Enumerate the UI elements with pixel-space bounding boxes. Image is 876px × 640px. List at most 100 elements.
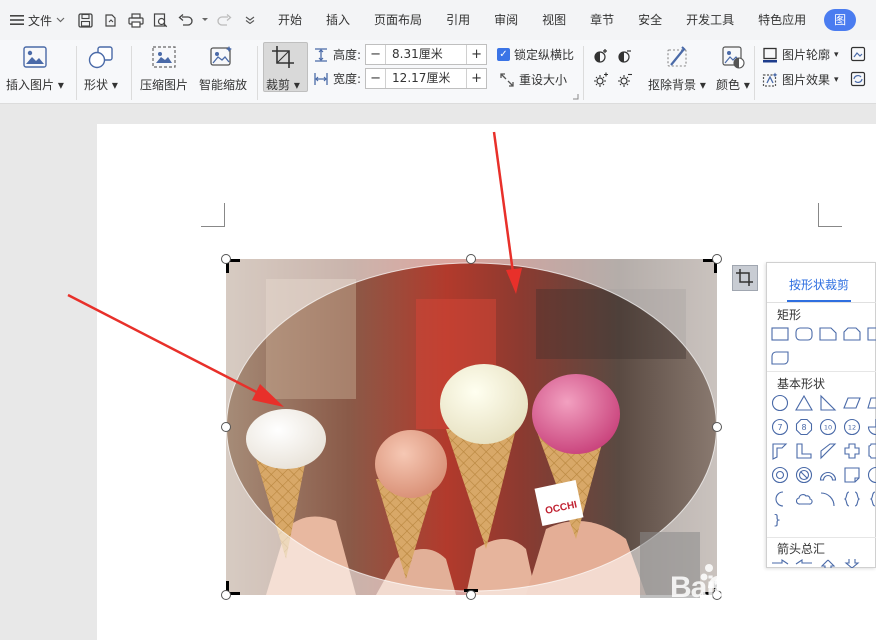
shape-folded-corner[interactable]	[843, 466, 861, 484]
resize-handle-top-right[interactable]	[712, 254, 722, 264]
undo-icon[interactable]	[177, 12, 194, 29]
picture-outline-button[interactable]: 图片轮廓 ▾	[762, 46, 839, 63]
shape-button[interactable]: 形状 ▾	[84, 44, 118, 93]
shape-plaque[interactable]	[867, 442, 876, 460]
tab-insert[interactable]: 插入	[314, 0, 362, 40]
reset-size-button[interactable]: 重设大小	[499, 71, 567, 88]
crop-shape-toggle-button[interactable]	[732, 265, 758, 291]
tab-security[interactable]: 安全	[626, 0, 674, 40]
increase-contrast-icon[interactable]	[593, 48, 609, 64]
shape-left-bracket[interactable]	[867, 490, 876, 508]
change-picture-icon[interactable]	[850, 71, 866, 87]
tab-picture-tools[interactable]: 图	[824, 9, 857, 31]
tab-special-apps[interactable]: 特色应用	[746, 0, 818, 40]
tab-developer[interactable]: 开发工具	[674, 0, 746, 40]
tab-page-layout[interactable]: 页面布局	[362, 0, 434, 40]
tab-view[interactable]: 视图	[530, 0, 578, 40]
color-button[interactable]: 颜色 ▾	[716, 44, 750, 93]
height-increase-button[interactable]: +	[466, 45, 486, 64]
shape-smiley[interactable]	[867, 466, 876, 484]
insert-picture-button[interactable]: 插入图片 ▾	[6, 44, 64, 93]
chevron-down-icon	[56, 17, 65, 23]
height-value[interactable]: 8.31厘米	[386, 45, 466, 64]
resize-handle-right[interactable]	[712, 422, 722, 432]
compress-picture-button[interactable]: 压缩图片	[140, 44, 188, 93]
lock-aspect-ratio-checkbox[interactable]: ✓ 锁定纵横比	[497, 46, 574, 63]
smart-zoom-button[interactable]: 智能缩放	[199, 44, 247, 93]
shape-dodecagon[interactable]: 12	[843, 418, 861, 436]
decrease-contrast-icon[interactable]	[617, 48, 633, 64]
tab-home[interactable]: 开始	[266, 0, 314, 40]
menu-bar: 文件 开始 插入 页面布局 引用 审阅 视图 章节 安全 开发工具 特色应用 图	[0, 0, 876, 40]
shape-block-arc[interactable]	[819, 466, 837, 484]
print-icon[interactable]	[127, 12, 144, 29]
tab-references[interactable]: 引用	[434, 0, 482, 40]
shape-down-arrow[interactable]	[843, 559, 861, 568]
shape-plus[interactable]	[843, 442, 861, 460]
shape-rounded-rectangle[interactable]	[795, 325, 813, 343]
width-stepper[interactable]: − 12.17厘米 +	[365, 68, 488, 89]
height-row: 高度: − 8.31厘米 +	[313, 44, 488, 65]
width-value[interactable]: 12.17厘米	[386, 69, 466, 88]
resize-handle-top[interactable]	[466, 254, 476, 264]
shape-trapezoid[interactable]	[867, 394, 876, 412]
customize-toolbar-icon[interactable]	[241, 12, 258, 29]
increase-brightness-icon[interactable]	[593, 72, 609, 88]
resize-handle-bottom[interactable]	[466, 590, 476, 600]
picture-outline-icon	[763, 47, 777, 62]
shape-decagon[interactable]: 10	[819, 418, 837, 436]
shape-l-shape[interactable]	[795, 442, 813, 460]
shape-pie[interactable]	[867, 418, 876, 436]
width-decrease-button[interactable]: −	[366, 69, 387, 88]
height-label: 高度:	[333, 48, 362, 62]
save-icon[interactable]	[77, 12, 94, 29]
resize-handle-top-left[interactable]	[221, 254, 231, 264]
picture-effect-button[interactable]: 图片效果 ▾	[762, 71, 839, 88]
shape-icon	[88, 44, 114, 70]
shape-cloud[interactable]	[795, 490, 813, 508]
shape-right-triangle[interactable]	[819, 394, 837, 412]
resize-handle-bottom-left[interactable]	[221, 590, 231, 600]
shape-round-diagonal-rectangle[interactable]	[771, 349, 789, 367]
divider	[754, 46, 755, 100]
shape-oval[interactable]	[771, 394, 789, 412]
shape-snip-corner-rectangle[interactable]	[819, 325, 837, 343]
crop-button-content[interactable]: 裁剪 ▾	[266, 44, 300, 93]
width-increase-button[interactable]: +	[466, 69, 486, 88]
height-stepper[interactable]: − 8.31厘米 +	[365, 44, 488, 65]
shape-half-frame[interactable]	[771, 442, 789, 460]
export-icon[interactable]	[102, 12, 119, 29]
tab-crop-by-shape[interactable]: 按形状裁剪	[767, 263, 876, 303]
shape-no-symbol[interactable]	[795, 466, 813, 484]
checkbox-checked-icon: ✓	[497, 48, 510, 61]
shape-parallelogram[interactable]	[843, 394, 861, 412]
crop-by-shape-label: 按形状裁剪	[789, 278, 850, 292]
shape-diagonal-stripe[interactable]	[819, 442, 837, 460]
tab-sections[interactable]: 章节	[578, 0, 626, 40]
print-preview-icon[interactable]	[152, 12, 169, 29]
shape-double-brace[interactable]	[843, 490, 861, 508]
shape-rectangle[interactable]	[771, 325, 789, 343]
shape-donut[interactable]	[771, 466, 789, 484]
shape-octagon[interactable]: 8	[795, 418, 813, 436]
shape-moon[interactable]	[771, 490, 789, 508]
decrease-brightness-icon[interactable]	[617, 72, 633, 88]
section-rectangles: 矩形	[777, 308, 802, 322]
remove-background-label: 抠除背景	[648, 78, 697, 92]
insert-picture-label: 插入图片	[6, 78, 55, 92]
watermark-brand: Bai经验	[670, 571, 773, 604]
height-decrease-button[interactable]: −	[366, 45, 387, 64]
picture-style-icon[interactable]	[850, 46, 866, 62]
shape-arc[interactable]	[819, 490, 837, 508]
dialog-launcher-icon[interactable]	[572, 93, 579, 100]
shape-snip-same-side-rectangle[interactable]	[843, 325, 861, 343]
shape-triangle[interactable]	[795, 394, 813, 412]
tab-review[interactable]: 审阅	[482, 0, 530, 40]
resize-handle-left[interactable]	[221, 422, 231, 432]
shape-heptagon[interactable]: 7	[771, 418, 789, 436]
shape-round-corner-rectangle[interactable]	[867, 325, 876, 343]
file-menu[interactable]: 文件	[0, 0, 71, 40]
undo-dropdown-icon[interactable]	[202, 18, 209, 22]
remove-background-button[interactable]: 抠除背景 ▾	[648, 44, 706, 93]
shape-right-brace[interactable]: }	[773, 513, 791, 531]
